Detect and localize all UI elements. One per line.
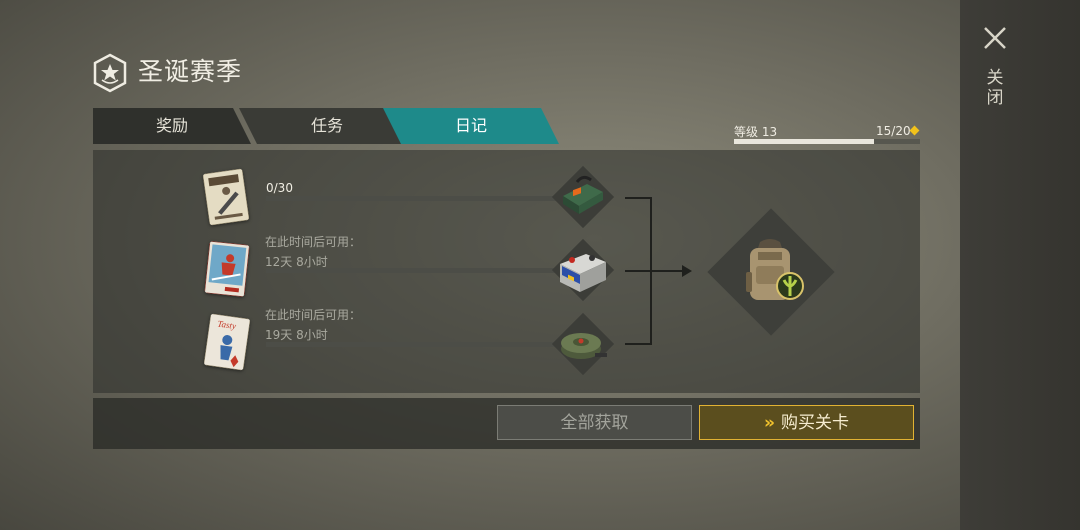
connector-middle	[625, 270, 685, 272]
connector-bottom	[625, 343, 652, 345]
snowboard-poster-icon	[202, 168, 250, 226]
backpack-icon[interactable]	[738, 236, 810, 306]
row-3-time: 19天 8小时	[265, 328, 328, 342]
ammo-box-icon[interactable]	[557, 170, 609, 222]
battery-icon[interactable]	[556, 244, 610, 298]
tab-diary[interactable]: 日记	[383, 108, 559, 144]
tasty-poster-icon: Tasty	[203, 313, 251, 371]
double-chevron-icon: »	[764, 413, 775, 433]
row-3-available-label: 在此时间后可用：	[265, 308, 362, 322]
tab-bar: 奖励 任务 日记	[93, 108, 563, 144]
row-1-track	[266, 196, 566, 201]
side-panel	[960, 0, 1080, 530]
landmine-icon[interactable]	[557, 321, 609, 367]
row-2-available-label: 在此时间后可用：	[265, 235, 362, 249]
arrow-right-icon	[682, 265, 692, 277]
close-icon[interactable]	[982, 25, 1008, 51]
connector-top	[625, 197, 652, 199]
star-shield-icon	[93, 53, 127, 93]
level-label: 等级 13	[734, 125, 778, 139]
row-3-track	[266, 342, 566, 347]
ski-poster-icon	[204, 241, 250, 297]
page-title: 圣诞赛季	[138, 57, 243, 86]
level-progress-fill	[734, 139, 874, 144]
tab-rewards[interactable]: 奖励	[93, 108, 251, 144]
level-count: 15/20	[876, 124, 911, 138]
claim-all-button[interactable]: 全部获取	[497, 405, 692, 440]
row-2-track	[266, 268, 566, 273]
buy-level-label: 购买关卡	[780, 413, 849, 433]
level-progress-bar	[734, 139, 920, 144]
row-1-progress: 0/30	[266, 181, 293, 195]
close-label[interactable]: 关闭	[985, 68, 1005, 108]
diamond-icon	[909, 125, 920, 136]
buy-level-button[interactable]: » 购买关卡	[699, 405, 914, 440]
